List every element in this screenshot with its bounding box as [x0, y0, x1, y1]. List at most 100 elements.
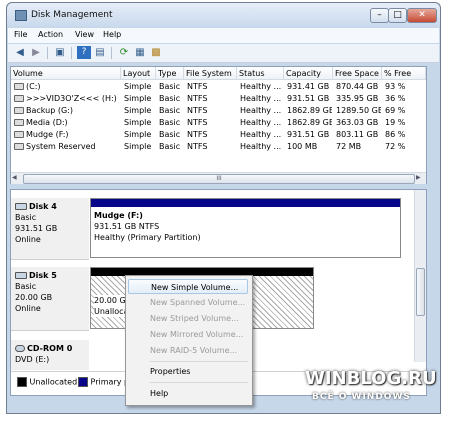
horizontal-scroll-thumb[interactable]: III — [23, 174, 415, 184]
cell-status: Healthy ... — [240, 117, 283, 129]
disk4-partition-name: Mudge (F:) — [94, 211, 143, 220]
cell-text: 335.95 GB — [336, 94, 379, 103]
cell-text: 1289.50 GB — [336, 106, 381, 115]
table-row[interactable]: Mudge (F:) Simple Basic NTFS Healthy ... 931.… — [11, 129, 414, 141]
cell-volume: Mudge (F:) — [14, 129, 120, 141]
cell-percent-free: 93 % — [385, 81, 425, 93]
column-header-status[interactable]: Status — [237, 67, 284, 80]
menu-bar: File Action View Help — [8, 28, 439, 43]
menu-file[interactable]: File — [14, 30, 27, 39]
table-row[interactable]: >>>VID3O'Z<<< (H:) Simple Basic NTFS Healthy… — [11, 93, 414, 105]
cell-text: NTFS — [187, 94, 208, 103]
cdrom-icon — [15, 345, 25, 352]
help-icon[interactable]: ? — [77, 46, 91, 59]
disk4-type: Basic — [15, 213, 37, 222]
disk4-status: Online — [15, 235, 41, 244]
cell-text: Basic — [159, 142, 181, 151]
column-header-file-system[interactable]: File System — [184, 67, 237, 80]
menu-properties[interactable]: Properties — [128, 364, 248, 379]
list-icon[interactable]: ▤ — [93, 46, 107, 59]
maximize-button[interactable]: □ — [388, 8, 407, 23]
menu-help[interactable]: Help — [103, 30, 121, 39]
cell-status: Healthy ... — [240, 81, 283, 93]
cell-free-space: 803.11 GB — [336, 129, 381, 141]
toolbar: ◀ ▶ ▣ ? ▤ ⟳ ▦ ▩ — [8, 44, 439, 63]
scroll-right-icon[interactable]: ▶ — [416, 174, 421, 181]
cell-layout: Simple — [124, 141, 155, 153]
cdrom0-label[interactable]: CD-ROM 0 DVD (E:) — [11, 340, 89, 370]
column-header-free-space[interactable]: Free Space — [333, 67, 382, 80]
table-row[interactable]: System Reserved Simple Basic NTFS Healthy ..… — [11, 141, 414, 153]
vertical-scroll-thumb[interactable] — [416, 268, 425, 316]
table-row[interactable]: Backup (G:) Simple Basic NTFS Healthy ... 186… — [11, 105, 414, 117]
cell-capacity: 1862.89 GB — [287, 105, 332, 117]
cell-percent-free: 19 % — [385, 117, 425, 129]
disk-icon — [15, 272, 27, 279]
vertical-scrollbar[interactable] — [414, 190, 426, 362]
horizontal-scrollbar[interactable]: ◀ III ▶ — [11, 172, 426, 184]
context-menu: New Simple Volume... New Spanned Volume.… — [125, 275, 253, 406]
cell-file-system: NTFS — [187, 129, 236, 141]
menu-help-item[interactable]: Help — [128, 386, 248, 401]
cell-text: NTFS — [187, 82, 208, 91]
cell-type: Basic — [159, 129, 183, 141]
column-header-percent-free[interactable]: % Free — [382, 67, 426, 80]
menu-new-raid5-volume[interactable]: New RAID-5 Volume... — [128, 343, 248, 358]
menu-new-mirrored-volume[interactable]: New Mirrored Volume... — [128, 327, 248, 342]
scroll-left-icon[interactable]: ◀ — [12, 174, 17, 181]
column-header-type[interactable]: Type — [156, 67, 184, 80]
table-row[interactable]: Media (D:) Simple Basic NTFS Healthy ... 1862… — [11, 117, 414, 129]
cell-text: Simple — [124, 82, 152, 91]
menu-view[interactable]: View — [75, 30, 94, 39]
cell-text: 72 MB — [336, 142, 362, 151]
cell-text: Basic — [159, 106, 181, 115]
column-header-layout[interactable]: Layout — [121, 67, 156, 80]
cell-capacity: 100 MB — [287, 141, 332, 153]
cell-layout: Simple — [124, 81, 155, 93]
console-icon[interactable]: ▣ — [53, 46, 67, 59]
cell-text: Healthy ... — [240, 130, 282, 139]
volume-list-pane: Volume Layout Type File System Status Ca… — [10, 66, 427, 184]
toolbar-separator — [47, 47, 48, 59]
close-button[interactable]: ✕ — [407, 8, 437, 23]
legend-unallocated: Unallocated — [17, 377, 77, 387]
menu-new-striped-volume[interactable]: New Striped Volume... — [128, 311, 248, 326]
cell-capacity: 931.41 GB — [287, 81, 332, 93]
cell-text: Backup (G:) — [26, 106, 74, 115]
cell-status: Healthy ... — [240, 141, 283, 153]
settings-icon[interactable]: ▩ — [149, 46, 163, 59]
cell-text: 363.03 GB — [336, 118, 379, 127]
cell-text: 19 % — [385, 118, 406, 127]
cell-text: Basic — [159, 118, 181, 127]
column-header-volume[interactable]: Volume — [11, 67, 121, 80]
disk-management-app-icon — [15, 10, 27, 21]
refresh-icon[interactable]: ⟳ — [117, 46, 131, 59]
disk4-partition-mudge[interactable]: Mudge (F:) 931.51 GB NTFS Healthy (Prima… — [90, 198, 401, 258]
minimize-button[interactable]: – — [370, 8, 389, 23]
disk-icon — [15, 203, 27, 210]
cell-volume: >>>VID3O'Z<<< (H:) — [14, 93, 120, 105]
cell-free-space: 72 MB — [336, 141, 381, 153]
menu-action[interactable]: Action — [38, 30, 63, 39]
cell-file-system: NTFS — [187, 93, 236, 105]
table-row[interactable]: (C:) Simple Basic NTFS Healthy ... 931.41 GB 8… — [11, 81, 414, 93]
disk4-label[interactable]: Disk 4 Basic 931.51 GB Online — [11, 198, 89, 260]
cell-percent-free: 36 % — [385, 93, 425, 105]
cell-text: 69 % — [385, 106, 406, 115]
menu-new-spanned-volume[interactable]: New Spanned Volume... — [128, 295, 248, 310]
cell-text: Simple — [124, 94, 152, 103]
menu-new-simple-volume[interactable]: New Simple Volume... — [128, 279, 248, 294]
cell-volume: System Reserved — [14, 141, 120, 153]
forward-icon[interactable]: ▶ — [29, 46, 43, 59]
back-icon[interactable]: ◀ — [13, 46, 27, 59]
properties-icon[interactable]: ▦ — [133, 46, 147, 59]
cell-text: Mudge (F:) — [26, 130, 69, 139]
column-header-capacity[interactable]: Capacity — [284, 67, 333, 80]
cell-text: 1862.89 GB — [287, 118, 332, 127]
cell-type: Basic — [159, 141, 183, 153]
cell-text: Simple — [124, 118, 152, 127]
cell-percent-free: 72 % — [385, 141, 425, 153]
disk5-label[interactable]: Disk 5 Basic 20.00 GB Online — [11, 267, 89, 331]
volume-icon — [14, 143, 24, 150]
cell-free-space: 870.44 GB — [336, 81, 381, 93]
